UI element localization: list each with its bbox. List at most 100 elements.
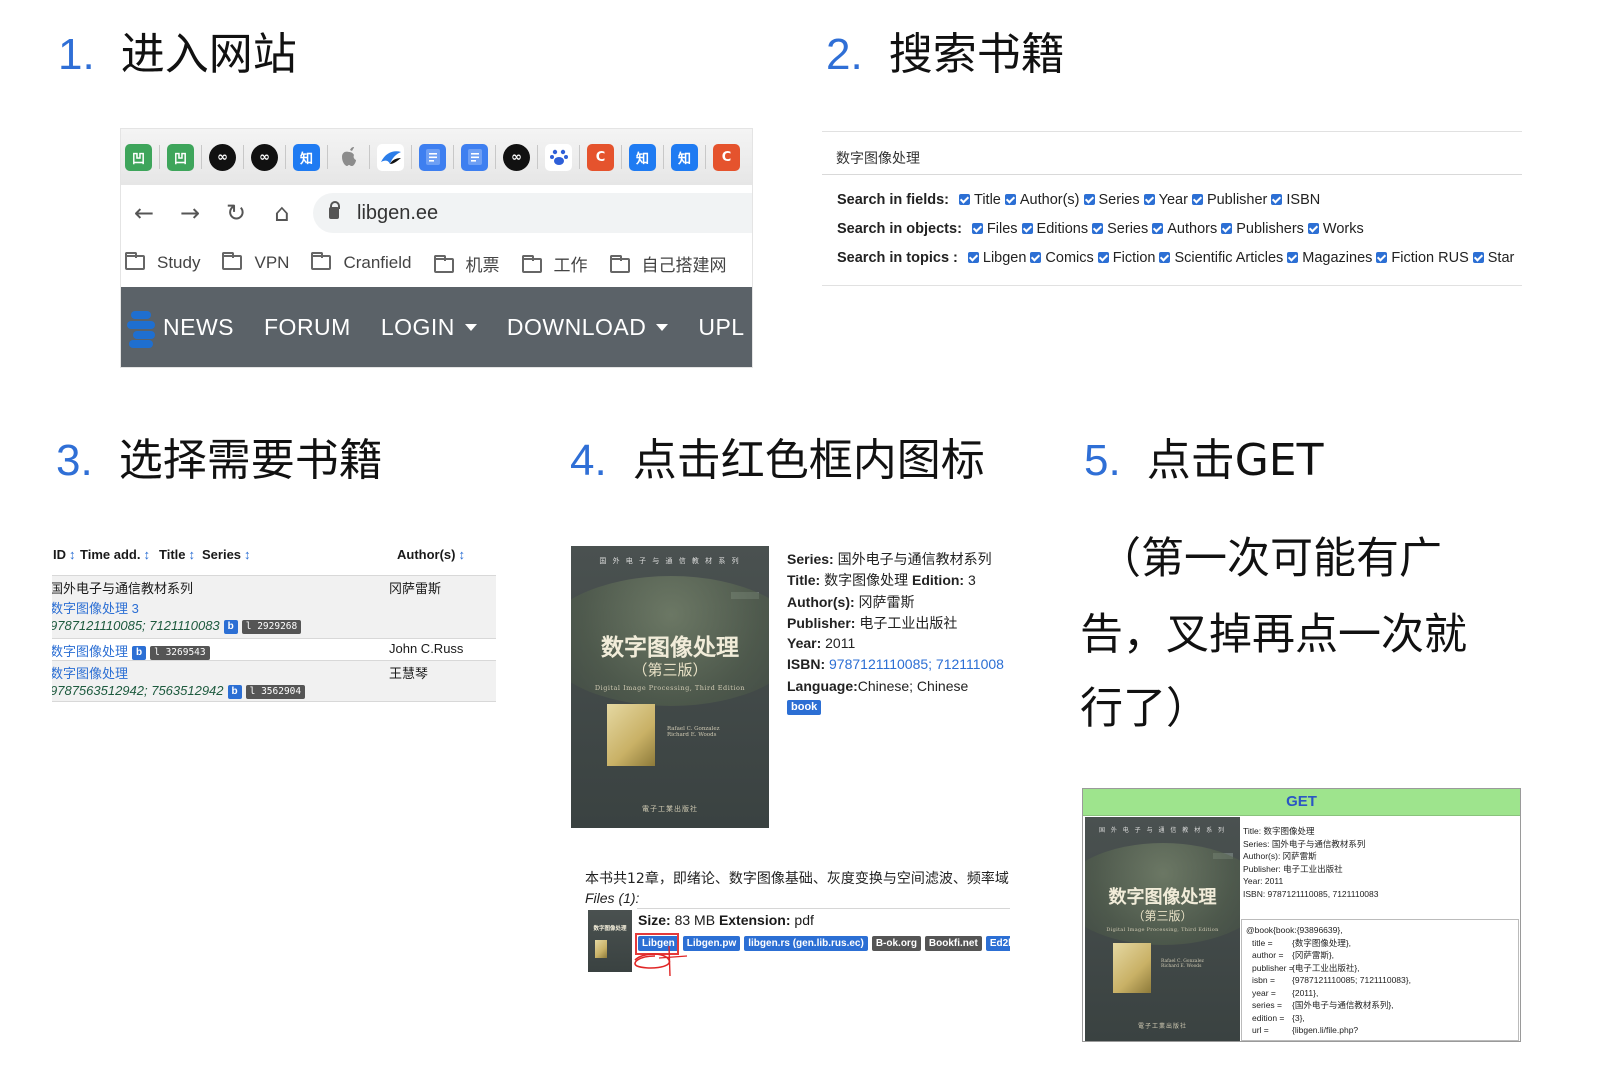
infinity-icon[interactable]: ∞ — [209, 143, 236, 171]
nav-news[interactable]: NEWS — [163, 314, 234, 341]
apple-icon[interactable] — [335, 144, 362, 171]
forward-arrow-icon[interactable]: → — [167, 199, 213, 227]
search-option-checkbox[interactable]: Works — [1304, 221, 1364, 237]
mirror-link[interactable]: Libgen.pw — [682, 936, 741, 951]
book-badge[interactable]: b — [223, 620, 238, 634]
file-id-badge[interactable]: l 3562904 — [245, 685, 306, 699]
table-row[interactable]: 数字图像处理 b l 3269543 John C.Russ — [52, 639, 496, 661]
back-arrow-icon[interactable]: ← — [121, 199, 167, 227]
meta-isbn-value[interactable]: 9787121110085; 712111008 — [829, 656, 1004, 672]
sort-icon[interactable]: ↕ — [189, 547, 196, 562]
bookmark-item[interactable]: 工作 — [521, 251, 588, 276]
search-option-checkbox[interactable]: Year — [1140, 192, 1188, 208]
book-badge[interactable]: b — [132, 646, 147, 660]
url-field[interactable]: libgen.ee — [313, 193, 752, 233]
col-authors[interactable]: Author(s) ↕ — [397, 547, 468, 562]
sort-icon[interactable]: ↕ — [244, 547, 251, 562]
csdn-icon[interactable]: C — [713, 143, 740, 171]
checkbox-checked-icon[interactable] — [1083, 194, 1095, 205]
checkbox-checked-icon[interactable] — [1191, 194, 1203, 205]
mirror-link[interactable]: Ed2k — [985, 936, 1010, 951]
file-id-badge[interactable]: l 2929268 — [241, 620, 302, 634]
search-option-checkbox[interactable]: Title — [955, 192, 1001, 208]
row-title-link[interactable]: 数字图像处理 3 — [52, 598, 139, 617]
nav-download[interactable]: DOWNLOAD — [507, 314, 669, 341]
checkbox-checked-icon[interactable] — [1159, 252, 1171, 263]
checkbox-checked-icon[interactable] — [1030, 252, 1042, 263]
sort-icon[interactable]: ↕ — [69, 547, 76, 562]
checkbox-checked-icon[interactable] — [1004, 194, 1016, 205]
doc-icon[interactable] — [461, 143, 488, 171]
checkbox-checked-icon[interactable] — [1287, 252, 1299, 263]
bibtex-box[interactable]: @book{book:{93896639}, title = {数字图像处理}, a… — [1241, 919, 1519, 1041]
doc-icon[interactable] — [419, 143, 446, 171]
search-option-checkbox[interactable]: Scientific Articles — [1155, 250, 1283, 266]
gongxue-icon[interactable]: 凹 — [125, 143, 152, 171]
checkbox-checked-icon[interactable] — [959, 194, 971, 205]
nav-login[interactable]: LOGIN — [381, 314, 477, 341]
search-option-checkbox[interactable]: ISBN — [1267, 192, 1320, 208]
checkbox-checked-icon[interactable] — [1472, 252, 1484, 263]
search-input[interactable] — [822, 141, 1522, 175]
nav-forum[interactable]: FORUM — [264, 314, 351, 341]
col-id[interactable]: ID ↕ — [53, 547, 79, 562]
nav-upload[interactable]: UPL — [698, 314, 744, 341]
book-badge[interactable]: b — [227, 685, 242, 699]
bookmark-item[interactable]: Study — [125, 252, 200, 273]
get-button[interactable]: GET — [1083, 789, 1520, 816]
checkbox-checked-icon[interactable] — [967, 252, 979, 263]
search-option-checkbox[interactable]: Series — [1080, 192, 1140, 208]
col-time[interactable]: Time add. ↕ — [80, 547, 153, 562]
checkbox-checked-icon[interactable] — [1221, 223, 1233, 234]
checkbox-checked-icon[interactable] — [1097, 252, 1109, 263]
file-id-badge[interactable]: l 3269543 — [150, 646, 210, 660]
baidu-paw-icon[interactable] — [545, 143, 572, 171]
mirror-link[interactable]: libgen.rs (gen.lib.rus.ec) — [744, 936, 868, 951]
row-title-link[interactable]: 数字图像处理 — [52, 644, 128, 659]
meta-author-value[interactable]: 冈萨雷斯 — [859, 594, 915, 610]
reload-icon[interactable]: ↻ — [213, 199, 259, 227]
checkbox-checked-icon[interactable] — [1143, 194, 1155, 205]
checkbox-checked-icon[interactable] — [1152, 223, 1164, 234]
checkbox-checked-icon[interactable] — [1021, 223, 1033, 234]
infinity-icon[interactable]: ∞ — [251, 143, 278, 171]
home-icon[interactable]: ⌂ — [259, 199, 305, 227]
file-thumbnail[interactable]: 数字图像处理 — [588, 910, 632, 972]
bookmark-item[interactable]: 机票 — [433, 251, 500, 276]
infinity-icon[interactable]: ∞ — [503, 143, 530, 171]
checkbox-checked-icon[interactable] — [971, 223, 983, 234]
checkbox-checked-icon[interactable] — [1092, 223, 1104, 234]
search-option-checkbox[interactable]: Editions — [1018, 221, 1088, 237]
mirror-link[interactable]: B-ok.org — [871, 936, 921, 951]
zhihu-icon[interactable]: 知 — [293, 143, 320, 171]
bookmark-item[interactable]: 自己搭建网 — [609, 251, 727, 276]
table-row[interactable]: 数字图像处理 9787563512942; 7563512942 b l 35629… — [52, 661, 496, 702]
zhihu-icon[interactable]: 知 — [671, 143, 698, 171]
bookmark-item[interactable]: Cranfield — [311, 252, 412, 273]
search-option-checkbox[interactable]: Comics — [1026, 250, 1094, 266]
gongxue-icon[interactable]: 凹 — [167, 143, 194, 171]
search-option-checkbox[interactable]: Files — [968, 221, 1018, 237]
search-option-checkbox[interactable]: Publishers — [1217, 221, 1304, 237]
zhihu-icon[interactable]: 知 — [629, 143, 656, 171]
col-title[interactable]: Title ↕ — [159, 547, 198, 562]
csdn-icon[interactable]: C — [587, 143, 614, 171]
search-option-checkbox[interactable]: Publisher — [1188, 192, 1267, 208]
row-series[interactable]: 国外电子与通信教材系列 — [52, 578, 193, 597]
sort-icon[interactable]: ↕ — [143, 547, 150, 562]
checkbox-checked-icon[interactable] — [1376, 252, 1388, 263]
search-option-checkbox[interactable]: Fiction — [1094, 250, 1155, 266]
checkbox-checked-icon[interactable] — [1307, 223, 1319, 234]
search-option-checkbox[interactable]: Author(s) — [1001, 192, 1080, 208]
search-option-checkbox[interactable]: Authors — [1148, 221, 1217, 237]
search-option-checkbox[interactable]: Series — [1088, 221, 1148, 237]
search-option-checkbox[interactable]: Star — [1469, 250, 1514, 266]
row-title-link[interactable]: 数字图像处理 — [52, 663, 128, 682]
table-row[interactable]: 国外电子与通信教材系列 数字图像处理 3 9787121110085; 7121… — [52, 576, 496, 639]
bookmark-item[interactable]: VPN — [222, 252, 289, 273]
book-type-badge[interactable]: book — [787, 700, 822, 715]
checkbox-checked-icon[interactable] — [1271, 194, 1283, 205]
meta-series-value[interactable]: 国外电子与通信教材系列 — [838, 551, 992, 567]
bird-icon[interactable] — [377, 143, 404, 171]
search-option-checkbox[interactable]: Magazines — [1283, 250, 1372, 266]
